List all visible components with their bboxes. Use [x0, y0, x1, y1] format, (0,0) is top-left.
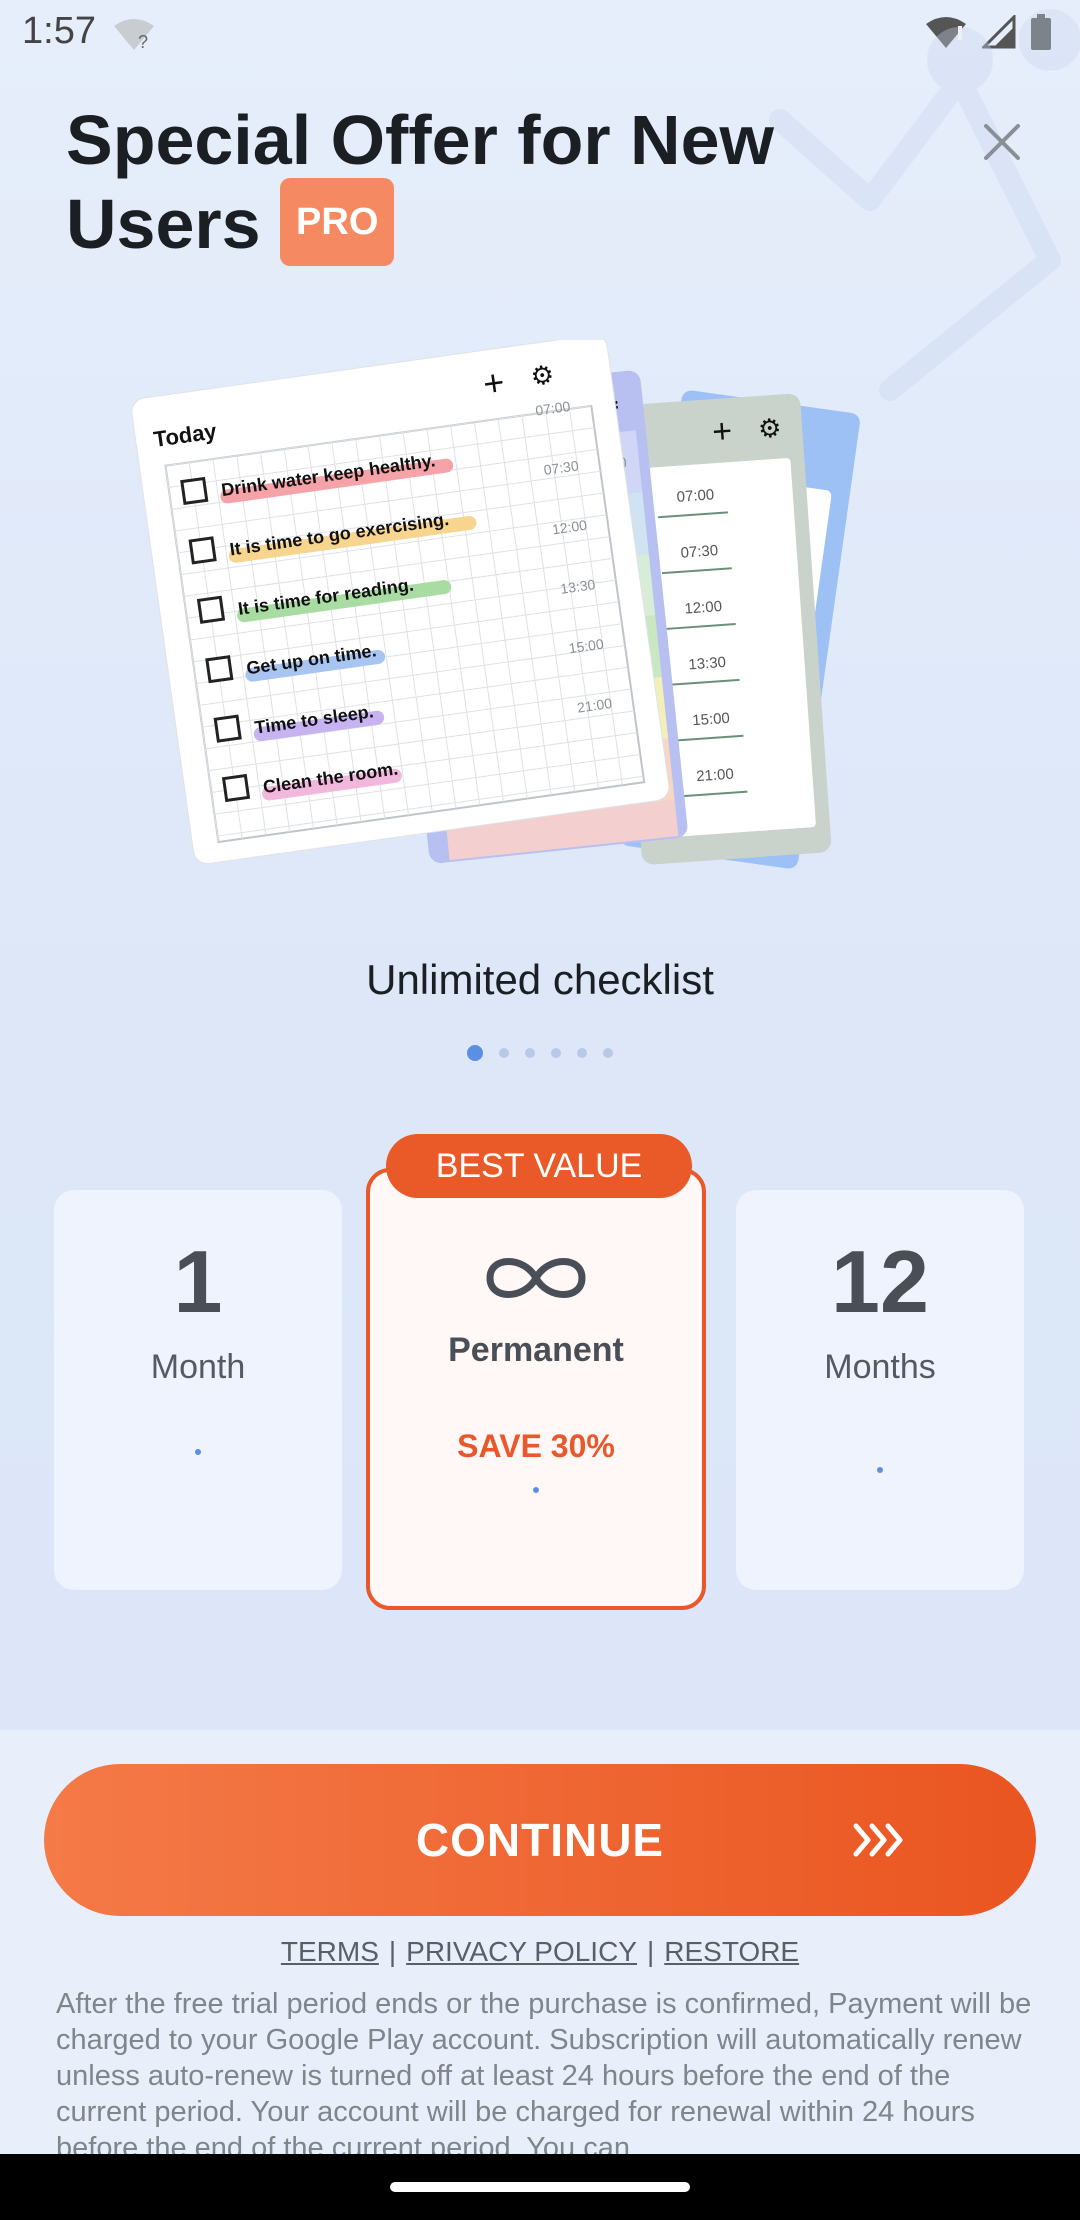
triple-chevron-right-icon	[853, 1823, 903, 1857]
title-text: Special Offer for New Users	[66, 101, 774, 263]
plan-unit: Month	[150, 1348, 246, 1386]
close-icon[interactable]	[976, 116, 1028, 168]
time-label: 12:00	[684, 598, 723, 618]
loading-indicator	[533, 1487, 539, 1493]
checkbox-icon	[196, 595, 226, 624]
save-label: SAVE 30%	[457, 1428, 615, 1464]
card3-add-icon: +	[711, 412, 733, 451]
page-dot[interactable]	[577, 1048, 587, 1058]
privacy-policy-link[interactable]: PRIVACY POLICY	[406, 1936, 637, 1967]
wifi-question-icon: ?	[114, 19, 154, 52]
legal-links: TERMS | PRIVACY POLICY | RESTORE	[0, 1936, 1080, 1968]
page-title: Special Offer for New Users PRO	[66, 98, 846, 274]
loading-indicator	[877, 1467, 883, 1473]
checkbox-icon	[205, 655, 234, 684]
time-label: 15:00	[692, 710, 731, 730]
svg-text:?: ?	[138, 32, 148, 52]
infinity-icon	[486, 1258, 586, 1298]
time-label: 21:00	[696, 766, 735, 786]
checkbox-icon	[213, 714, 242, 743]
card3-gear-icon: ⚙	[757, 413, 782, 445]
subscription-disclaimer: After the free trial period ends or the …	[56, 1988, 1032, 2154]
plan-number: 1	[173, 1232, 223, 1331]
plan-permanent[interactable]: Permanent SAVE 30%	[366, 1168, 706, 1610]
plan-1-month[interactable]: 1 Month	[54, 1190, 342, 1590]
time-label: 07:00	[676, 486, 715, 506]
feature-caption: Unlimited checklist	[366, 956, 714, 1003]
page-dot[interactable]	[551, 1048, 561, 1058]
page-dot[interactable]	[467, 1045, 483, 1061]
plan-label: Permanent	[448, 1331, 624, 1369]
page-indicator	[0, 1045, 1080, 1061]
link-separator: |	[646, 1936, 655, 1967]
plan-unit: Months	[824, 1348, 936, 1386]
status-time: 1:57	[22, 10, 96, 52]
page-dot[interactable]	[603, 1048, 613, 1058]
pro-badge: PRO	[280, 177, 395, 266]
terms-link[interactable]: TERMS	[281, 1936, 379, 1967]
continue-button[interactable]: CONTINUE	[44, 1764, 1036, 1916]
loading-indicator	[195, 1449, 201, 1455]
checkbox-icon	[180, 476, 209, 506]
link-separator: |	[388, 1936, 397, 1967]
page-dot[interactable]	[525, 1048, 535, 1058]
restore-link[interactable]: RESTORE	[664, 1936, 799, 1967]
checkbox-icon	[221, 773, 251, 803]
checkbox-icon	[188, 536, 217, 565]
gear-icon: ⚙	[529, 360, 556, 393]
plan-12-months[interactable]: 12 Months	[736, 1190, 1024, 1590]
plan-number: 12	[831, 1232, 929, 1331]
best-value-badge: BEST VALUE	[386, 1134, 692, 1198]
time-label: 07:30	[680, 542, 719, 562]
home-handle[interactable]	[390, 2182, 690, 2192]
checklist-illustration: 07:0007:3012:0013:3015:0021:00 + ⚙ 07:00…	[131, 340, 860, 869]
time-label: 13:30	[688, 654, 727, 674]
page-dot[interactable]	[499, 1048, 509, 1058]
